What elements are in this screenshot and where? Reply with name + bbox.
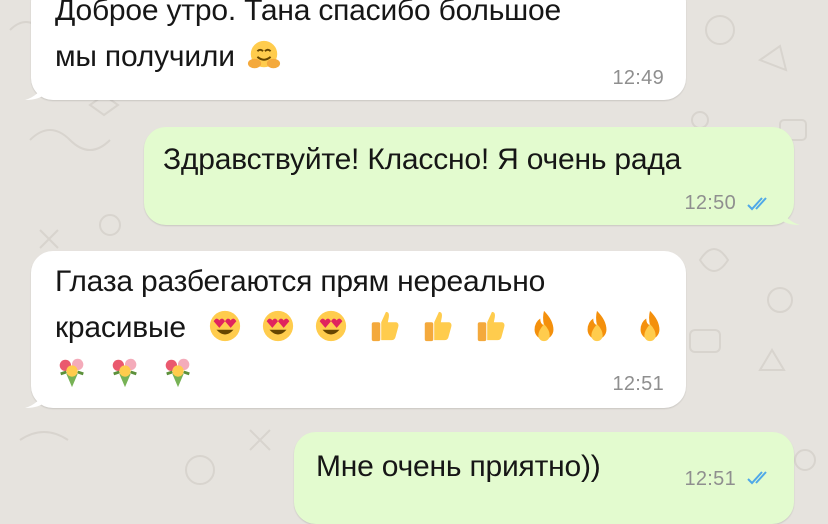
- message-line: мы получили: [55, 40, 235, 73]
- bouquet-emoji: [55, 355, 89, 389]
- chat-thread: Доброе утро. Тана спасибо большое мы пол…: [0, 0, 828, 524]
- fire-emoji: [633, 309, 667, 343]
- message-text: Здравствуйте! Классно! Я очень рада: [163, 143, 682, 176]
- heart-eyes-emoji: [261, 309, 295, 343]
- message-text: Глаза разбегаются прям нереально красивы…: [55, 259, 678, 397]
- fire-emoji: [580, 309, 614, 343]
- message-text: Доброе утро. Тана спасибо большое мы пол…: [55, 0, 561, 80]
- read-receipt-icon: [747, 197, 767, 211]
- bouquet-emoji: [108, 355, 142, 389]
- message-timestamp: 12:51: [684, 468, 736, 490]
- message-timestamp: 12:51: [612, 373, 664, 395]
- bubble-tail: [25, 390, 45, 408]
- message-line: Глаза разбегаются прям нереально: [55, 265, 546, 298]
- outgoing-message[interactable]: Мне очень приятно)) 12:51: [294, 432, 794, 524]
- heart-eyes-emoji: [208, 309, 242, 343]
- incoming-message[interactable]: Глаза разбегаются прям нереально красивы…: [25, 251, 686, 408]
- hugging-face-emoji: [247, 38, 281, 72]
- bouquet-emoji: [161, 355, 195, 389]
- message-line: Доброе утро. Тана спасибо большое: [55, 0, 562, 27]
- message-timestamp: 12:50: [684, 192, 736, 214]
- fire-emoji: [527, 309, 561, 343]
- thumbs-up-emoji: [368, 309, 402, 343]
- thumbs-up-emoji: [421, 309, 455, 343]
- message-text: Мне очень приятно)): [316, 450, 601, 483]
- bubble-tail: [780, 207, 800, 225]
- outgoing-message[interactable]: Здравствуйте! Классно! Я очень рада 12:5…: [144, 127, 800, 225]
- thumbs-up-emoji: [474, 309, 508, 343]
- read-receipt-icon: [747, 471, 767, 485]
- heart-eyes-emoji: [314, 309, 348, 343]
- bubble-tail: [25, 82, 45, 100]
- message-line: красивые: [55, 311, 186, 344]
- incoming-message[interactable]: Доброе утро. Тана спасибо большое мы пол…: [25, 0, 686, 100]
- message-timestamp: 12:49: [612, 67, 664, 89]
